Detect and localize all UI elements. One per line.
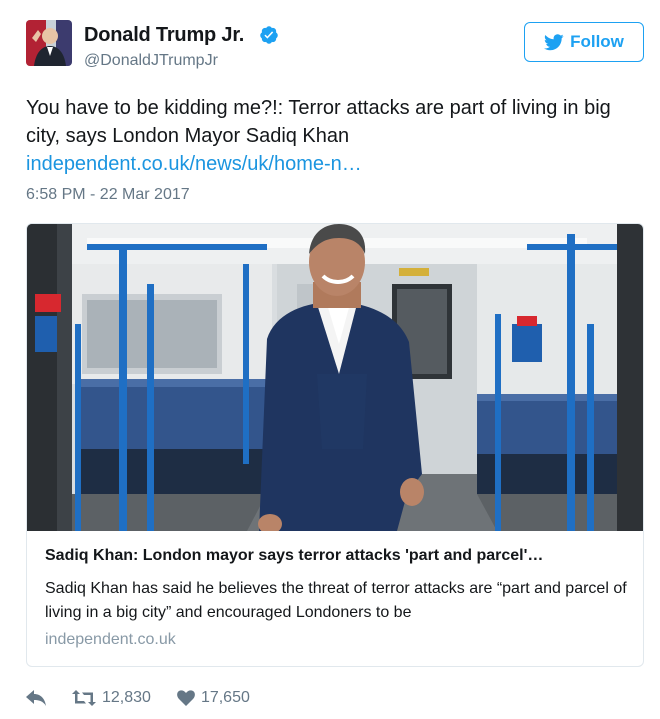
link-card[interactable]: Sadiq Khan: London mayor says terror att… xyxy=(26,223,644,667)
retweet-button[interactable]: 12,830 xyxy=(72,689,151,707)
retweet-icon xyxy=(72,690,96,706)
tweet: Donald Trump Jr. @DonaldJTrumpJr Follow … xyxy=(0,0,660,719)
user-handle[interactable]: @DonaldJTrumpJr xyxy=(84,52,218,70)
tweet-text: You have to be kidding me?!: Terror atta… xyxy=(26,94,626,178)
follow-label: Follow xyxy=(570,32,624,51)
reply-button[interactable] xyxy=(26,690,46,706)
twitter-bird-icon xyxy=(544,33,564,50)
tweet-body: You have to be kidding me?!: Terror atta… xyxy=(26,97,611,147)
tweet-timestamp[interactable]: 6:58 PM - 22 Mar 2017 xyxy=(26,186,190,204)
tweet-link[interactable]: independent.co.uk/news/uk/home-n… xyxy=(26,153,362,175)
user-name[interactable]: Donald Trump Jr. xyxy=(84,24,244,47)
card-description: Sadiq Khan has said he believes the thre… xyxy=(45,580,627,621)
action-bar: 12,830 17,650 xyxy=(26,684,250,712)
reply-icon xyxy=(26,690,46,706)
avatar[interactable] xyxy=(26,20,72,66)
retweet-count: 12,830 xyxy=(102,689,151,706)
like-count: 17,650 xyxy=(200,689,250,706)
follow-button[interactable]: Follow xyxy=(524,22,644,62)
card-domain: independent.co.uk xyxy=(45,631,176,648)
like-button[interactable]: 17,650 xyxy=(177,689,250,707)
card-image xyxy=(27,224,643,531)
card-title: Sadiq Khan: London mayor says terror att… xyxy=(45,547,544,564)
verified-badge-icon xyxy=(260,26,278,44)
heart-icon xyxy=(177,690,195,706)
